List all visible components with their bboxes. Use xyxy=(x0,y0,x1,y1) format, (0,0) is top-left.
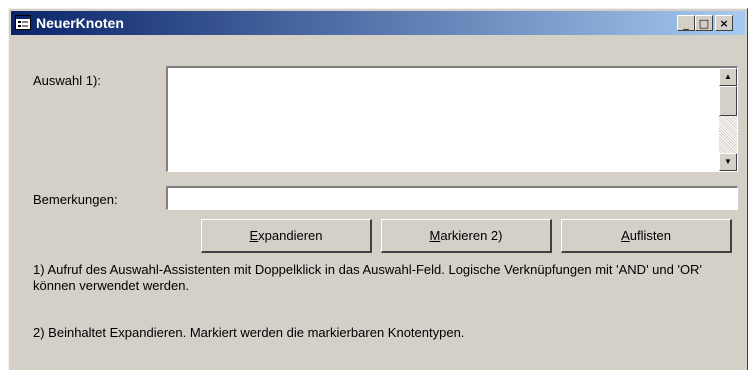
dialog-window: NeuerKnoten _ □ × Auswahl 1): ▲ ▼ Bemerk… xyxy=(8,8,748,370)
close-icon: × xyxy=(719,16,729,30)
form-icon xyxy=(15,15,31,30)
list-button[interactable]: Auflisten xyxy=(561,219,732,253)
auswahl-field[interactable]: ▲ ▼ xyxy=(166,66,738,172)
arrow-up-icon: ▲ xyxy=(724,72,732,81)
mark-button-label: arkieren 2) xyxy=(440,228,503,243)
scroll-up-button[interactable]: ▲ xyxy=(719,68,737,86)
maximize-button[interactable]: □ xyxy=(695,15,713,31)
close-button[interactable]: × xyxy=(715,15,733,31)
maximize-icon: □ xyxy=(698,16,710,30)
title-bar[interactable]: NeuerKnoten _ □ × xyxy=(11,11,745,35)
scroll-down-button[interactable]: ▼ xyxy=(719,153,737,171)
mark-button-accel: M xyxy=(429,228,441,243)
footnote-2: 2) Beinhaltet Expandieren. Markiert werd… xyxy=(33,325,465,340)
bemerkungen-label: Bemerkungen: xyxy=(33,192,118,207)
auswahl-label: Auswahl 1): xyxy=(33,73,101,88)
expand-button[interactable]: Expandieren xyxy=(201,219,372,253)
expand-button-label: xpandieren xyxy=(258,228,323,243)
minimize-icon: _ xyxy=(683,16,689,30)
mark-button[interactable]: Markieren 2) xyxy=(381,219,552,253)
expand-button-accel: E xyxy=(249,228,259,243)
scroll-thumb[interactable] xyxy=(719,86,737,116)
auswahl-scrollbar[interactable]: ▲ ▼ xyxy=(719,68,737,171)
list-button-label: uflisten xyxy=(629,228,671,243)
window-title: NeuerKnoten xyxy=(36,15,124,31)
footnote-1: 1) Aufruf des Auswahl-Assistenten mit Do… xyxy=(33,262,702,293)
arrow-down-icon: ▼ xyxy=(724,157,732,166)
list-button-accel: A xyxy=(621,228,630,243)
bemerkungen-field[interactable] xyxy=(166,186,738,210)
minimize-button[interactable]: _ xyxy=(677,15,695,31)
